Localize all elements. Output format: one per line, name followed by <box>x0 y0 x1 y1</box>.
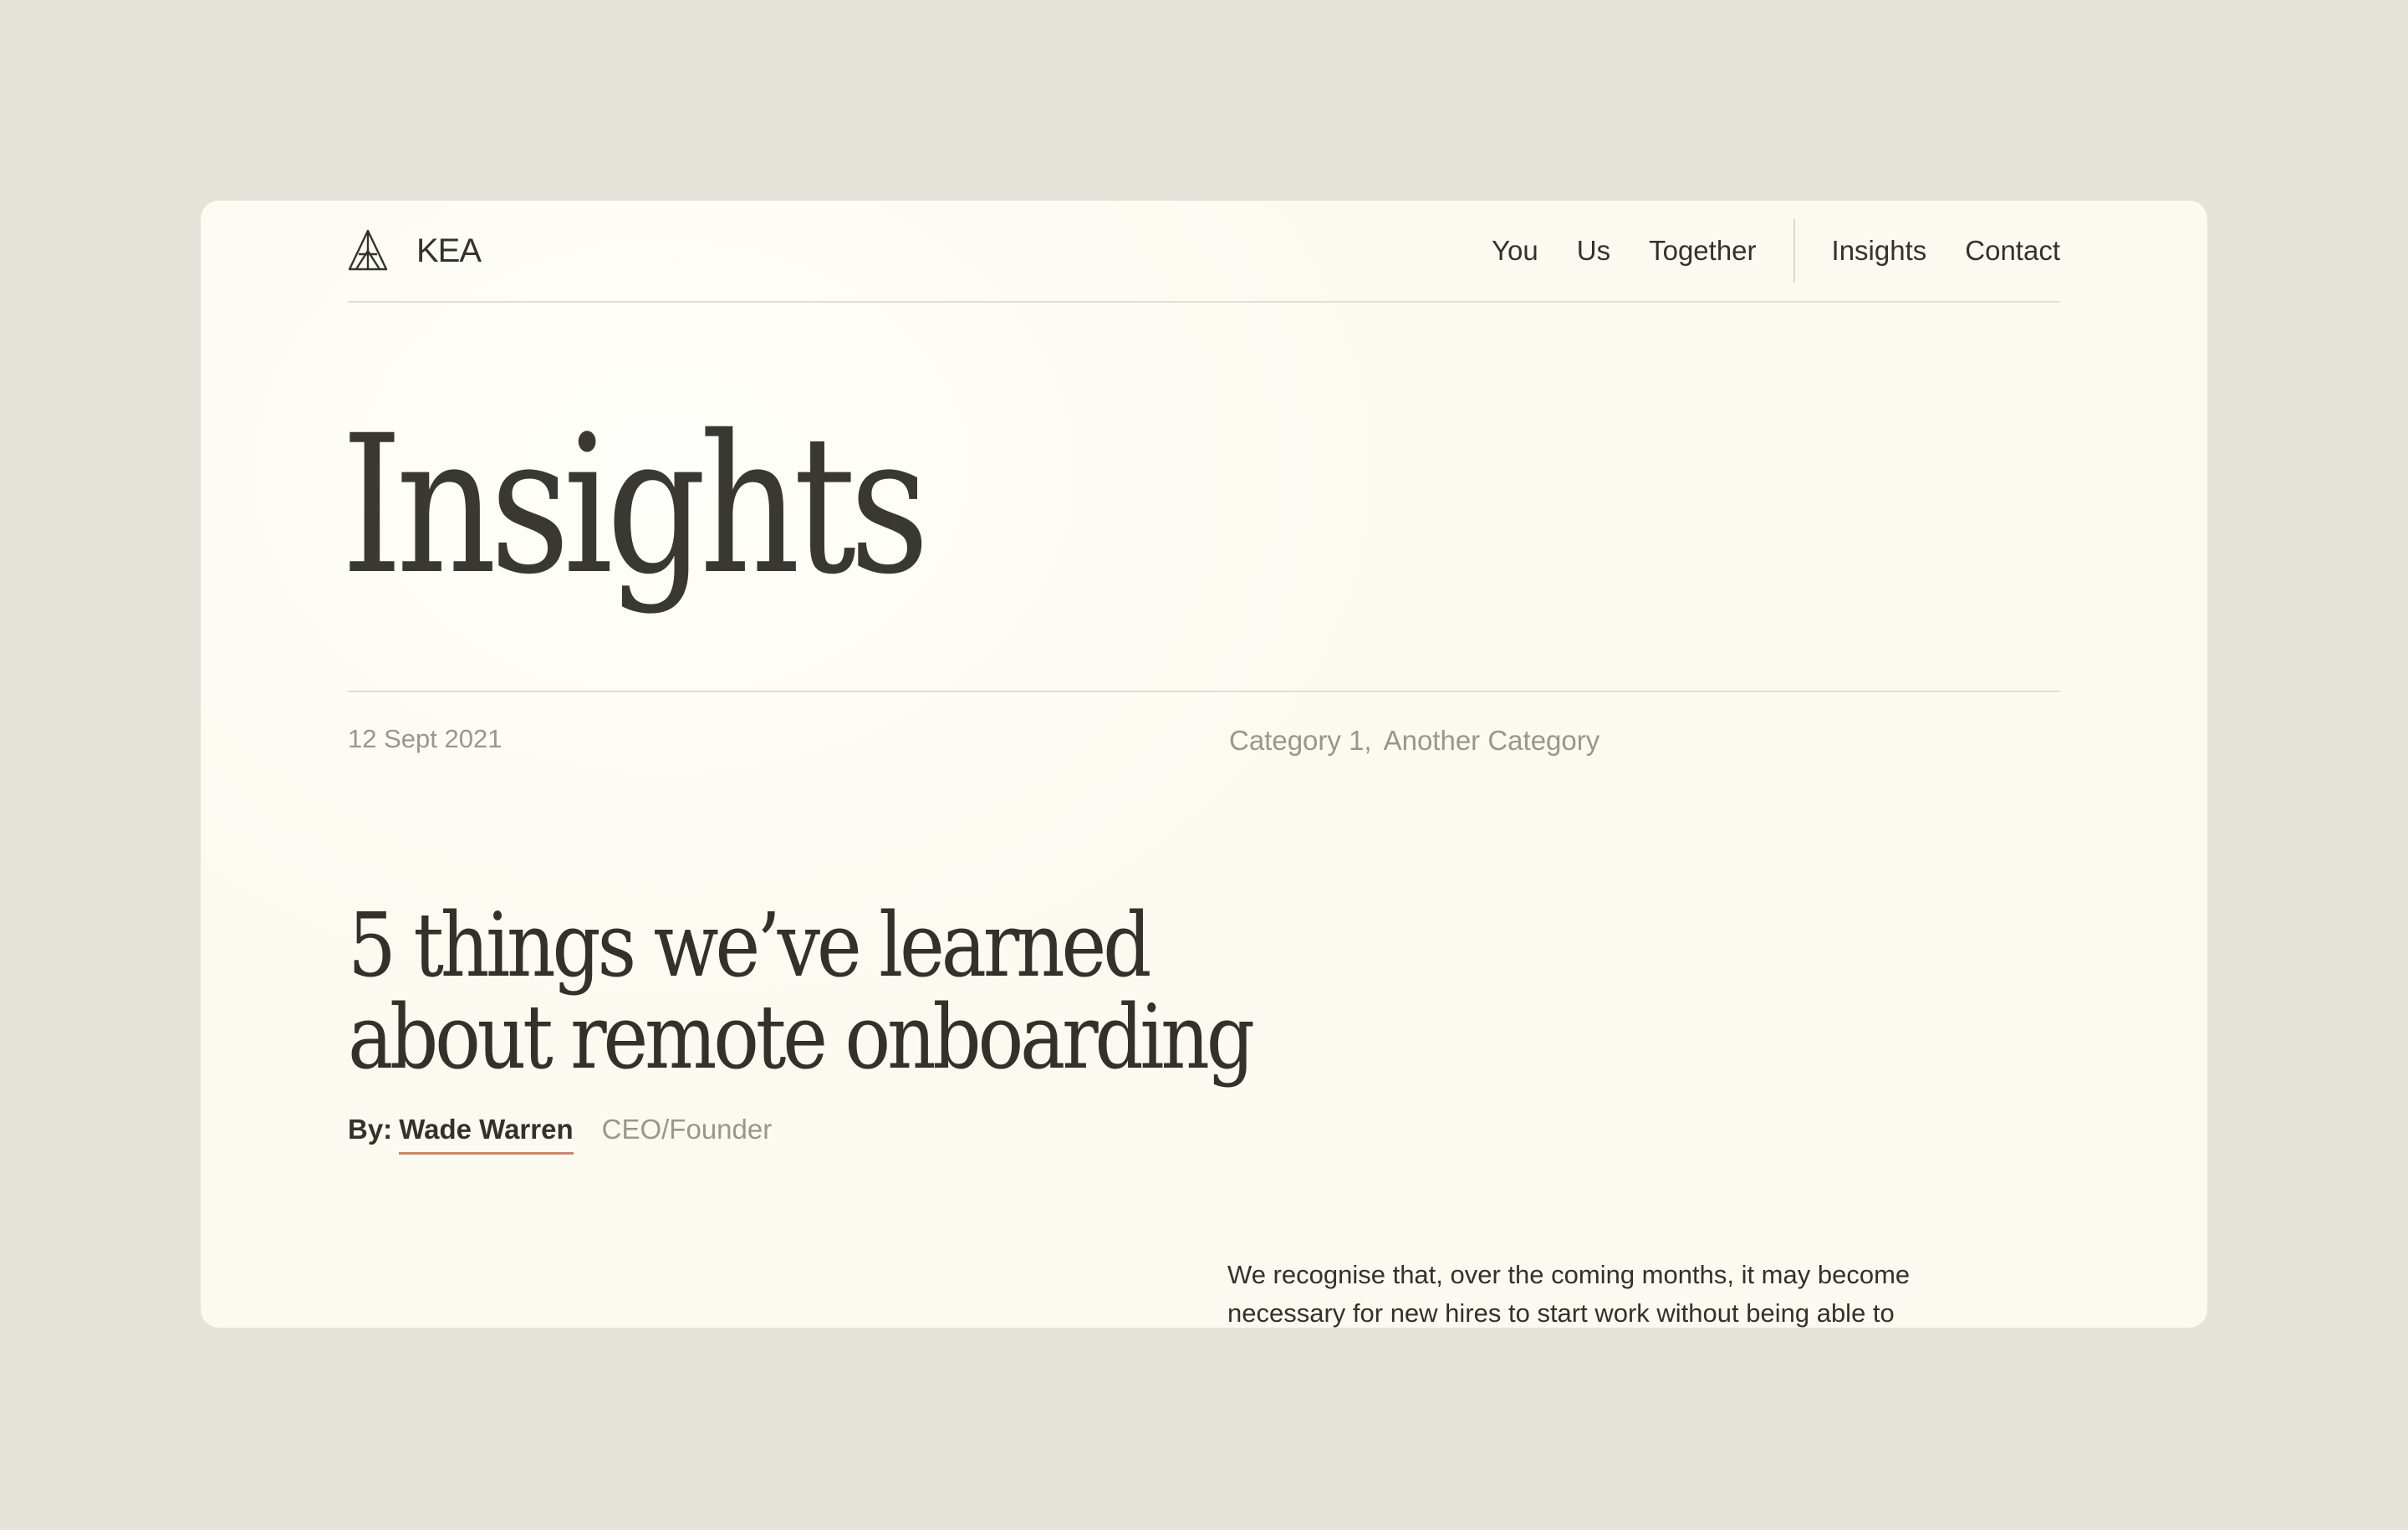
page-card: KEA You Us Together Insights Contact Ins… <box>201 201 2207 1328</box>
nav-item-together[interactable]: Together <box>1649 235 1756 267</box>
nav-item-insights[interactable]: Insights <box>1832 235 1927 267</box>
logo-link[interactable]: KEA <box>348 226 482 276</box>
category-link[interactable]: Category 1, <box>1229 725 1372 756</box>
category-link[interactable]: Another Category <box>1384 725 1600 756</box>
nav-divider <box>1793 219 1795 283</box>
by-label: By: <box>348 1114 393 1145</box>
byline: By: Wade Warren CEO/Founder <box>348 1114 772 1155</box>
content-container: KEA You Us Together Insights Contact Ins… <box>341 201 2060 1328</box>
article-title-line: about remote onboarding <box>348 986 1255 1089</box>
kea-logo-icon <box>348 229 388 271</box>
post-date: 12 Sept 2021 <box>348 724 503 753</box>
section-divider <box>348 691 2060 692</box>
article-title: 5 things we’ve learned about remote onbo… <box>348 900 1255 1084</box>
nav-item-us[interactable]: Us <box>1577 235 1610 267</box>
nav-item-contact[interactable]: Contact <box>1965 235 2060 267</box>
page-title: Insights <box>341 394 930 616</box>
nav-item-you[interactable]: You <box>1492 235 1538 267</box>
author-role: CEO/Founder <box>601 1114 773 1145</box>
site-header: KEA You Us Together Insights Contact <box>348 201 2060 303</box>
article-body-line: We recognise that, over the coming month… <box>1227 1260 1911 1289</box>
post-categories: Category 1, Another Category <box>1229 725 1599 757</box>
brand-name: KEA <box>416 232 482 269</box>
article-body-line: necessary for new hires to start work wi… <box>1227 1298 1895 1328</box>
main-nav: You Us Together Insights Contact <box>1492 219 2060 283</box>
article-body: We recognise that, over the coming month… <box>1227 1256 1997 1328</box>
author-link[interactable]: Wade Warren <box>399 1114 574 1155</box>
article-title-line: 5 things we’ve learned <box>348 894 1151 997</box>
